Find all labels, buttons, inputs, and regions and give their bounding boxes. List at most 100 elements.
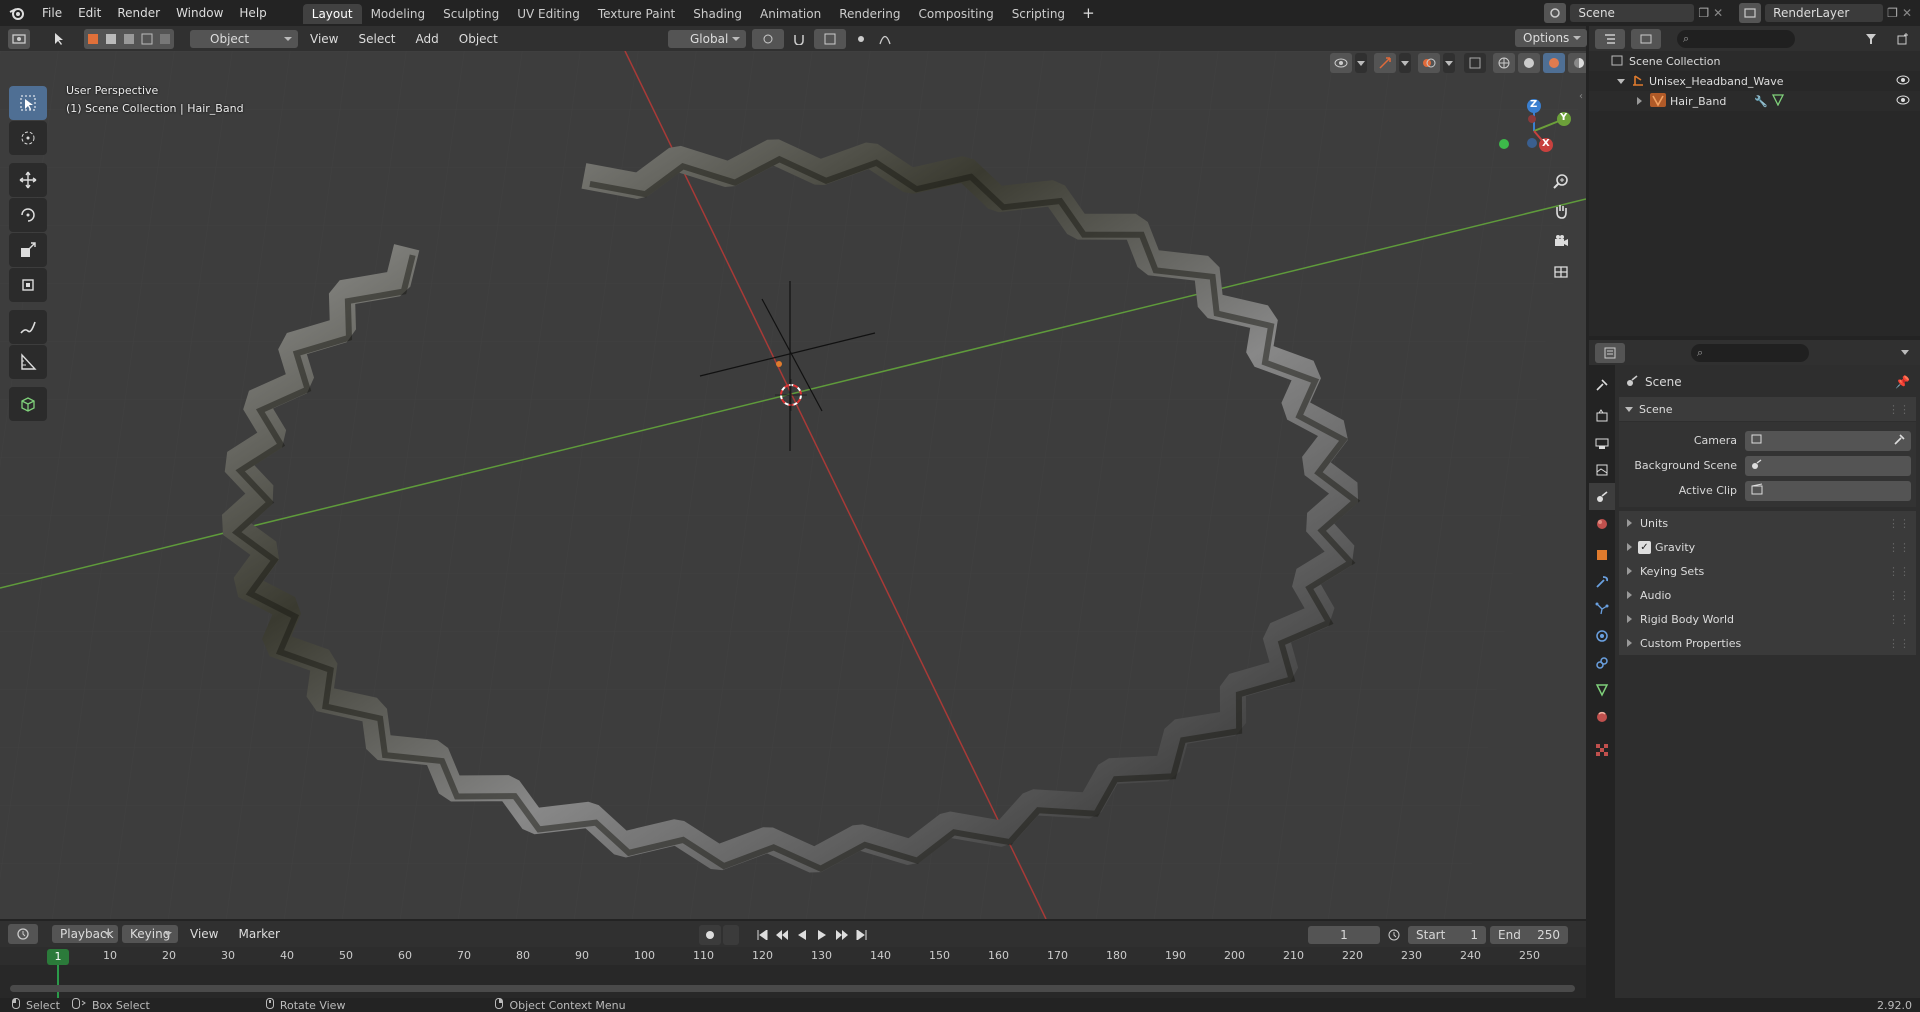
- playhead-frame-marker[interactable]: 1: [47, 949, 69, 965]
- background-scene-field[interactable]: [1745, 455, 1911, 476]
- snap-target-icon[interactable]: [814, 29, 846, 49]
- menu-edit[interactable]: Edit: [70, 0, 109, 26]
- collection-expand-icon[interactable]: [1617, 78, 1625, 84]
- workspace-tab-layout[interactable]: Layout: [302, 4, 362, 24]
- sidebar-toggle-icon[interactable]: ‹: [1579, 91, 1586, 107]
- jump-keyframe-forward-icon[interactable]: [833, 925, 851, 945]
- menu-window[interactable]: Window: [168, 0, 231, 26]
- delete-view-layer-icon[interactable]: ✕: [1902, 6, 1912, 20]
- workspace-tab-scripting[interactable]: Scripting: [1003, 4, 1074, 24]
- panel-audio-header[interactable]: Audio ⋮⋮: [1619, 583, 1916, 607]
- new-view-layer-icon[interactable]: ❐: [1887, 6, 1898, 20]
- pan-hand-icon[interactable]: [1549, 199, 1573, 223]
- custom-properties-drag-handle[interactable]: ⋮⋮: [1888, 637, 1910, 650]
- proportional-edit-icon[interactable]: [852, 29, 870, 49]
- falloff-icon[interactable]: [876, 29, 894, 49]
- properties-editor-type-icon[interactable]: [1595, 342, 1625, 363]
- menu-add[interactable]: Add: [408, 32, 447, 46]
- overlays-toggle-icon[interactable]: [1418, 53, 1440, 73]
- view-layer-name-field[interactable]: RenderLayer: [1765, 4, 1884, 22]
- pivot-point-icon[interactable]: [752, 29, 784, 49]
- object-mode-dropdown[interactable]: Object Mode: [190, 29, 298, 64]
- transform-orientation-dropdown[interactable]: Global: [668, 30, 746, 48]
- preview-range-icon[interactable]: [1384, 925, 1404, 945]
- select-subtract-icon[interactable]: [120, 28, 138, 49]
- playhead-line[interactable]: [57, 965, 59, 998]
- workspace-tab-uv-editing[interactable]: UV Editing: [508, 4, 589, 24]
- outliner-row-collection[interactable]: Unisex_Headband_Wave: [1589, 71, 1920, 91]
- select-extend-icon[interactable]: [102, 28, 120, 49]
- select-new-icon[interactable]: [84, 28, 102, 49]
- outliner-display-mode-icon[interactable]: [1631, 28, 1661, 49]
- tool-annotate[interactable]: [9, 310, 47, 344]
- timeline-menu-marker[interactable]: Marker: [230, 927, 287, 941]
- tool-transform[interactable]: [9, 268, 47, 302]
- menu-render[interactable]: Render: [109, 0, 168, 26]
- xray-toggle-icon[interactable]: [1464, 53, 1486, 73]
- tool-cursor[interactable]: [9, 121, 47, 155]
- tool-add-cube[interactable]: [9, 387, 47, 421]
- select-intersect-icon[interactable]: [156, 28, 174, 49]
- panel-gravity-header[interactable]: ✓ Gravity ⋮⋮: [1619, 535, 1916, 559]
- workspace-tab-shading[interactable]: Shading: [684, 4, 751, 24]
- select-tool-icon[interactable]: [48, 28, 70, 49]
- camera-field[interactable]: [1745, 430, 1911, 451]
- panel-scene-header[interactable]: Scene ⋮⋮: [1619, 397, 1916, 421]
- rigid-body-drag-handle[interactable]: ⋮⋮: [1888, 613, 1910, 626]
- tab-render[interactable]: [1589, 402, 1615, 429]
- options-dropdown[interactable]: Options: [1515, 29, 1588, 47]
- custom-properties-expand-icon[interactable]: [1627, 639, 1632, 647]
- keying-sets-expand-icon[interactable]: [1627, 567, 1632, 575]
- audio-drag-handle[interactable]: ⋮⋮: [1888, 589, 1910, 602]
- workspace-tab-sculpting[interactable]: Sculpting: [434, 4, 508, 24]
- workspace-tab-animation[interactable]: Animation: [751, 4, 830, 24]
- outliner-search-input[interactable]: ⌕: [1677, 29, 1795, 48]
- timeline-track-area[interactable]: 10 20 30 40 50 60 70 80 90 100 110 120 130 140 150 160 1…: [0, 947, 1586, 998]
- zoom-icon[interactable]: [1549, 169, 1573, 193]
- tool-move[interactable]: [9, 163, 47, 197]
- play-icon[interactable]: [813, 925, 831, 945]
- navigation-gizmo[interactable]: Z Y X: [1492, 91, 1572, 171]
- tab-particles[interactable]: [1589, 595, 1615, 622]
- gravity-drag-handle[interactable]: ⋮⋮: [1888, 541, 1910, 554]
- keying-dropdown[interactable]: Keying: [122, 925, 178, 943]
- tab-modifiers[interactable]: [1589, 568, 1615, 595]
- playback-dropdown[interactable]: Playback: [52, 925, 118, 943]
- outliner-row-scene-collection[interactable]: Scene Collection: [1589, 51, 1920, 71]
- timeline-scrollbar[interactable]: [10, 985, 1575, 992]
- menu-file[interactable]: File: [34, 0, 70, 26]
- gravity-expand-icon[interactable]: [1627, 543, 1632, 551]
- gravity-checkbox[interactable]: ✓: [1638, 540, 1651, 554]
- menu-view[interactable]: View: [302, 32, 346, 46]
- properties-search-input[interactable]: ⌕: [1691, 343, 1809, 362]
- hair-band-expand-icon[interactable]: [1637, 97, 1642, 105]
- timeline-menu-view[interactable]: View: [182, 927, 226, 941]
- panel-keying-sets-header[interactable]: Keying Sets ⋮⋮: [1619, 559, 1916, 583]
- panel-rigid-body-header[interactable]: Rigid Body World ⋮⋮: [1619, 607, 1916, 631]
- pin-icon[interactable]: 📌: [1895, 375, 1910, 389]
- gizmo-dropdown-icon[interactable]: [1399, 53, 1411, 73]
- menu-object[interactable]: Object: [451, 32, 506, 46]
- camera-view-icon[interactable]: [1549, 229, 1573, 253]
- current-frame-field[interactable]: 1: [1308, 926, 1380, 944]
- new-scene-icon[interactable]: ❐: [1698, 6, 1709, 20]
- ortho-grid-icon[interactable]: [1549, 259, 1573, 283]
- shading-material-icon[interactable]: [1543, 53, 1565, 73]
- workspace-tab-compositing[interactable]: Compositing: [909, 4, 1002, 24]
- jump-keyframe-back-icon[interactable]: [773, 925, 791, 945]
- play-reverse-icon[interactable]: [793, 925, 811, 945]
- outliner-row-hair-band[interactable]: Hair_Band 🔧: [1589, 91, 1920, 111]
- record-icon[interactable]: [699, 925, 721, 945]
- tab-scene[interactable]: [1589, 483, 1615, 510]
- jump-end-icon[interactable]: [853, 925, 871, 945]
- menu-help[interactable]: Help: [231, 0, 274, 26]
- tab-object-data[interactable]: [1589, 676, 1615, 703]
- shading-solid-icon[interactable]: [1518, 53, 1540, 73]
- shading-rendered-icon[interactable]: [1568, 53, 1586, 73]
- tool-measure[interactable]: [9, 345, 47, 379]
- tab-physics[interactable]: [1589, 622, 1615, 649]
- audio-expand-icon[interactable]: [1627, 591, 1632, 599]
- outliner-filter-icon[interactable]: [1856, 28, 1886, 49]
- scene-name-field[interactable]: Scene: [1570, 4, 1695, 22]
- auto-keying-options-icon[interactable]: [723, 925, 739, 945]
